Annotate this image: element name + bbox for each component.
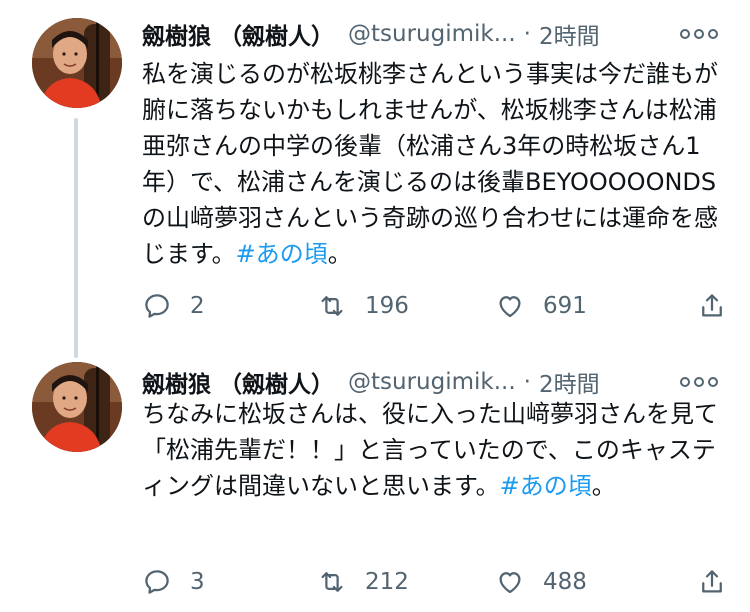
share-icon: [702, 570, 722, 593]
retweet-button[interactable]: 212: [317, 567, 495, 597]
reply-count: 2: [190, 293, 205, 319]
heart-icon: [499, 572, 521, 594]
author-handle[interactable]: @tsurugimik...: [348, 21, 516, 47]
avatar-photo: [32, 18, 122, 108]
avatar[interactable]: [32, 362, 122, 452]
tweet-text-body: 私を演じるのが松坂桃李さんという事実は今だ誰もが腑に落ちないかもしれませんが、松…: [142, 60, 718, 268]
author-display-name[interactable]: 劔樹狼 （劔樹人）: [142, 17, 334, 51]
retweet-icon: [321, 296, 343, 316]
share-icon: [702, 294, 722, 317]
reply-button[interactable]: 2: [142, 291, 317, 321]
reply-icon: [145, 570, 169, 594]
reply-count: 3: [190, 569, 205, 595]
like-count: 691: [543, 293, 587, 319]
like-button[interactable]: 488: [495, 567, 667, 597]
share-button[interactable]: [697, 291, 727, 321]
author-handle[interactable]: @tsurugimik...: [348, 369, 516, 395]
tweet-text: 私を演じるのが松坂桃李さんという事実は今だ誰もが腑に落ちないかもしれませんが、松…: [142, 56, 727, 272]
tweet-timestamp[interactable]: 2時間: [539, 365, 600, 399]
tweet-timestamp[interactable]: 2時間: [539, 17, 600, 51]
tweet-text-end: 。: [327, 240, 352, 268]
tweet-text-end: 。: [591, 472, 616, 500]
share-button[interactable]: [697, 567, 727, 597]
reply-button[interactable]: 3: [142, 567, 317, 597]
avatar[interactable]: [32, 18, 122, 108]
like-count: 488: [543, 569, 587, 595]
retweet-button[interactable]: 196: [317, 291, 495, 321]
tweet-header: 劔樹狼 （劔樹人） @tsurugimik... · 2時間: [142, 364, 720, 400]
more-icon[interactable]: [680, 29, 720, 39]
retweet-count: 212: [365, 569, 409, 595]
like-button[interactable]: 691: [495, 291, 667, 321]
heart-icon: [499, 296, 521, 318]
more-icon[interactable]: [680, 377, 720, 387]
author-display-name[interactable]: 劔樹狼 （劔樹人）: [142, 365, 334, 399]
tweet[interactable]: 劔樹狼 （劔樹人） @tsurugimik... · 2時間 ちなみに松坂さんは…: [0, 350, 750, 612]
hashtag-link[interactable]: #あの頃: [500, 472, 592, 500]
separator-dot: ·: [523, 369, 531, 395]
retweet-count: 196: [365, 293, 409, 319]
tweet[interactable]: 劔樹狼 （劔樹人） @tsurugimik... · 2時間 私を演じるのが松坂…: [0, 0, 750, 350]
retweet-icon: [321, 572, 343, 592]
avatar-photo: [32, 362, 122, 452]
reply-icon: [145, 294, 169, 318]
separator-dot: ·: [523, 21, 531, 47]
tweet-text-body: ちなみに松坂さんは、役に入った山﨑夢羽さんを見て「松浦先輩だ！！」と言っていたの…: [142, 400, 718, 500]
tweet-header: 劔樹狼 （劔樹人） @tsurugimik... · 2時間: [142, 16, 720, 52]
tweet-actions: 3 212 488: [142, 562, 727, 602]
tweet-text: ちなみに松坂さんは、役に入った山﨑夢羽さんを見て「松浦先輩だ！！」と言っていたの…: [142, 396, 727, 504]
tweet-actions: 2 196 691: [142, 286, 727, 326]
hashtag-link[interactable]: #あの頃: [236, 240, 328, 268]
